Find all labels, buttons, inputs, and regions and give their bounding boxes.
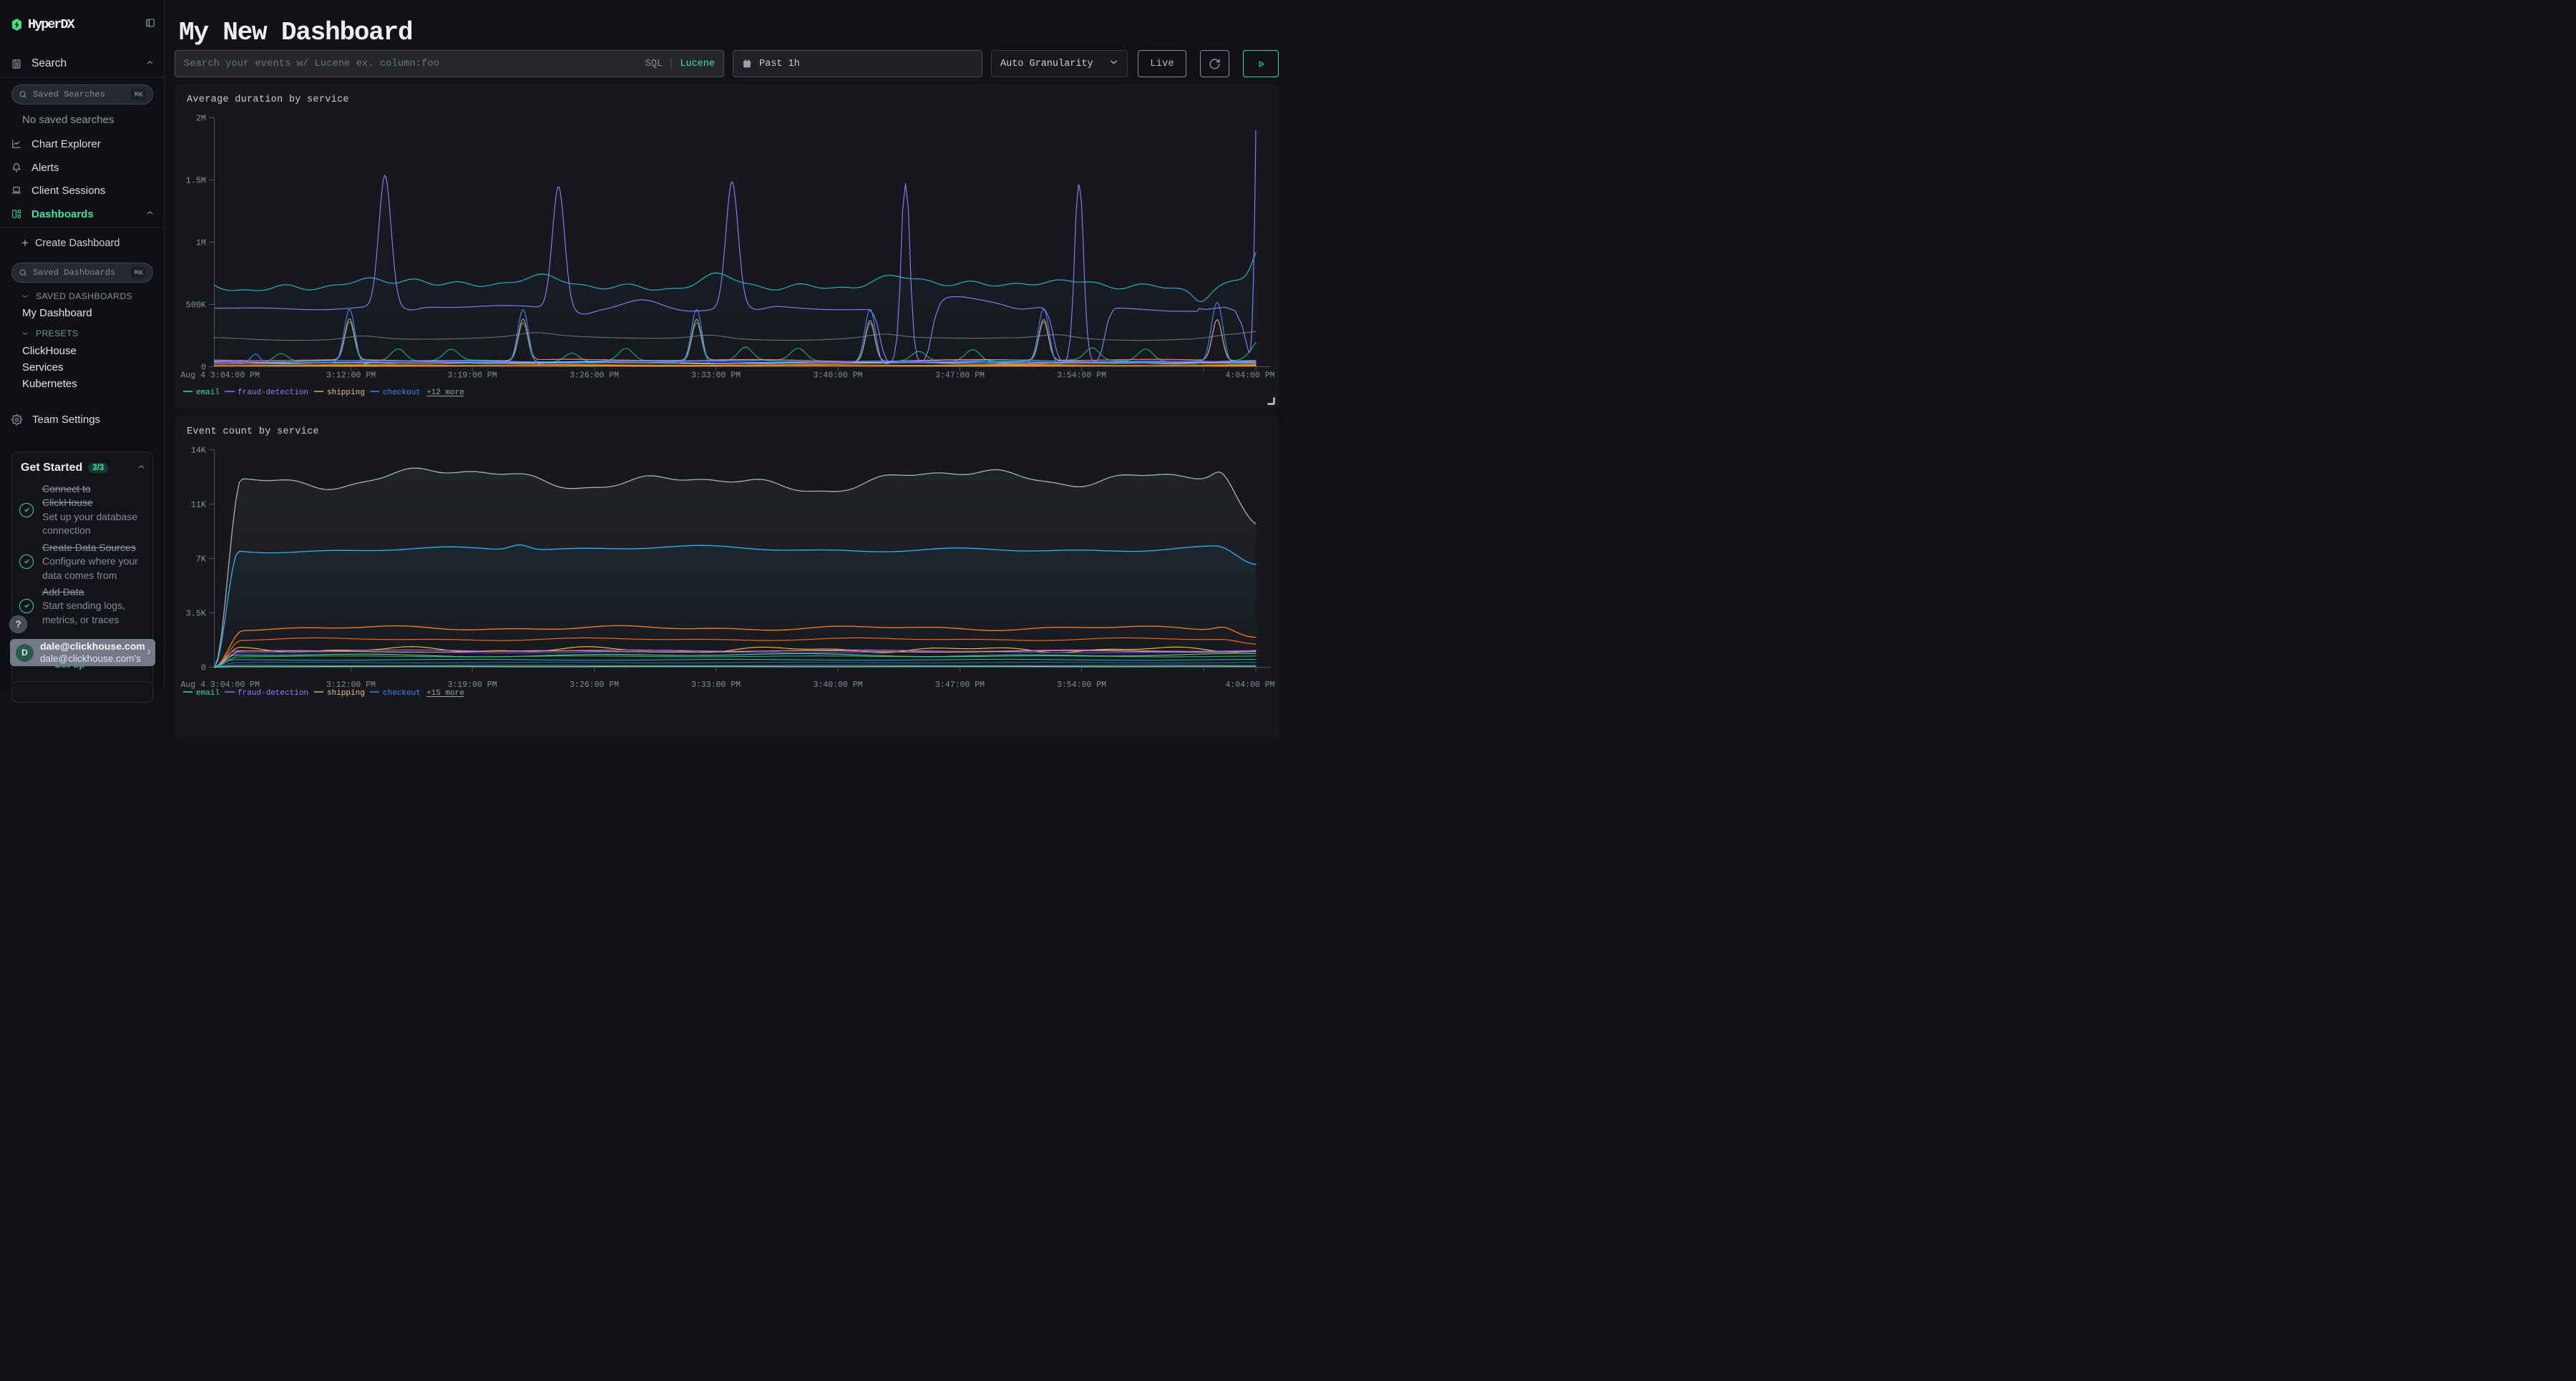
svg-text:fraud-detection: fraud-detection (238, 689, 308, 698)
svg-text:3:26:00 PM: 3:26:00 PM (570, 371, 619, 381)
svg-text:14K: 14K (191, 446, 207, 456)
svg-text:3:54:00 PM: 3:54:00 PM (1057, 371, 1106, 381)
svg-text:11K: 11K (191, 500, 207, 510)
svg-text:3:40:00 PM: 3:40:00 PM (813, 371, 862, 381)
svg-text:4:04:00 PM: 4:04:00 PM (1225, 680, 1274, 690)
svg-text:3:33:00 PM: 3:33:00 PM (691, 680, 741, 690)
svg-text:shipping: shipping (327, 689, 365, 698)
svg-text:3:54:00 PM: 3:54:00 PM (1057, 680, 1106, 690)
svg-text:checkout: checkout (383, 389, 421, 397)
svg-text:email: email (196, 689, 220, 698)
svg-text:0: 0 (201, 663, 206, 673)
svg-text:3:40:00 PM: 3:40:00 PM (813, 680, 862, 690)
svg-text:3:26:00 PM: 3:26:00 PM (570, 680, 619, 690)
svg-text:1M: 1M (196, 238, 206, 248)
svg-text:fraud-detection: fraud-detection (238, 389, 308, 397)
svg-text:3:12:00 PM: 3:12:00 PM (326, 371, 376, 381)
svg-text:7K: 7K (196, 555, 207, 565)
svg-text:4:04:00 PM: 4:04:00 PM (1225, 371, 1274, 381)
svg-text:Aug 4 3:04:00 PM: Aug 4 3:04:00 PM (181, 371, 260, 381)
svg-text:email: email (196, 389, 220, 397)
svg-text:500K: 500K (186, 301, 207, 311)
svg-text:2M: 2M (196, 114, 206, 124)
svg-text:3:47:00 PM: 3:47:00 PM (935, 371, 985, 381)
svg-text:3:47:00 PM: 3:47:00 PM (935, 680, 985, 690)
svg-text:3:33:00 PM: 3:33:00 PM (691, 371, 741, 381)
svg-text:1.5M: 1.5M (186, 176, 206, 186)
svg-text:shipping: shipping (327, 389, 365, 397)
svg-text:checkout: checkout (383, 689, 421, 698)
svg-text:3:19:00 PM: 3:19:00 PM (447, 371, 497, 381)
svg-text:3.5K: 3.5K (186, 609, 207, 619)
